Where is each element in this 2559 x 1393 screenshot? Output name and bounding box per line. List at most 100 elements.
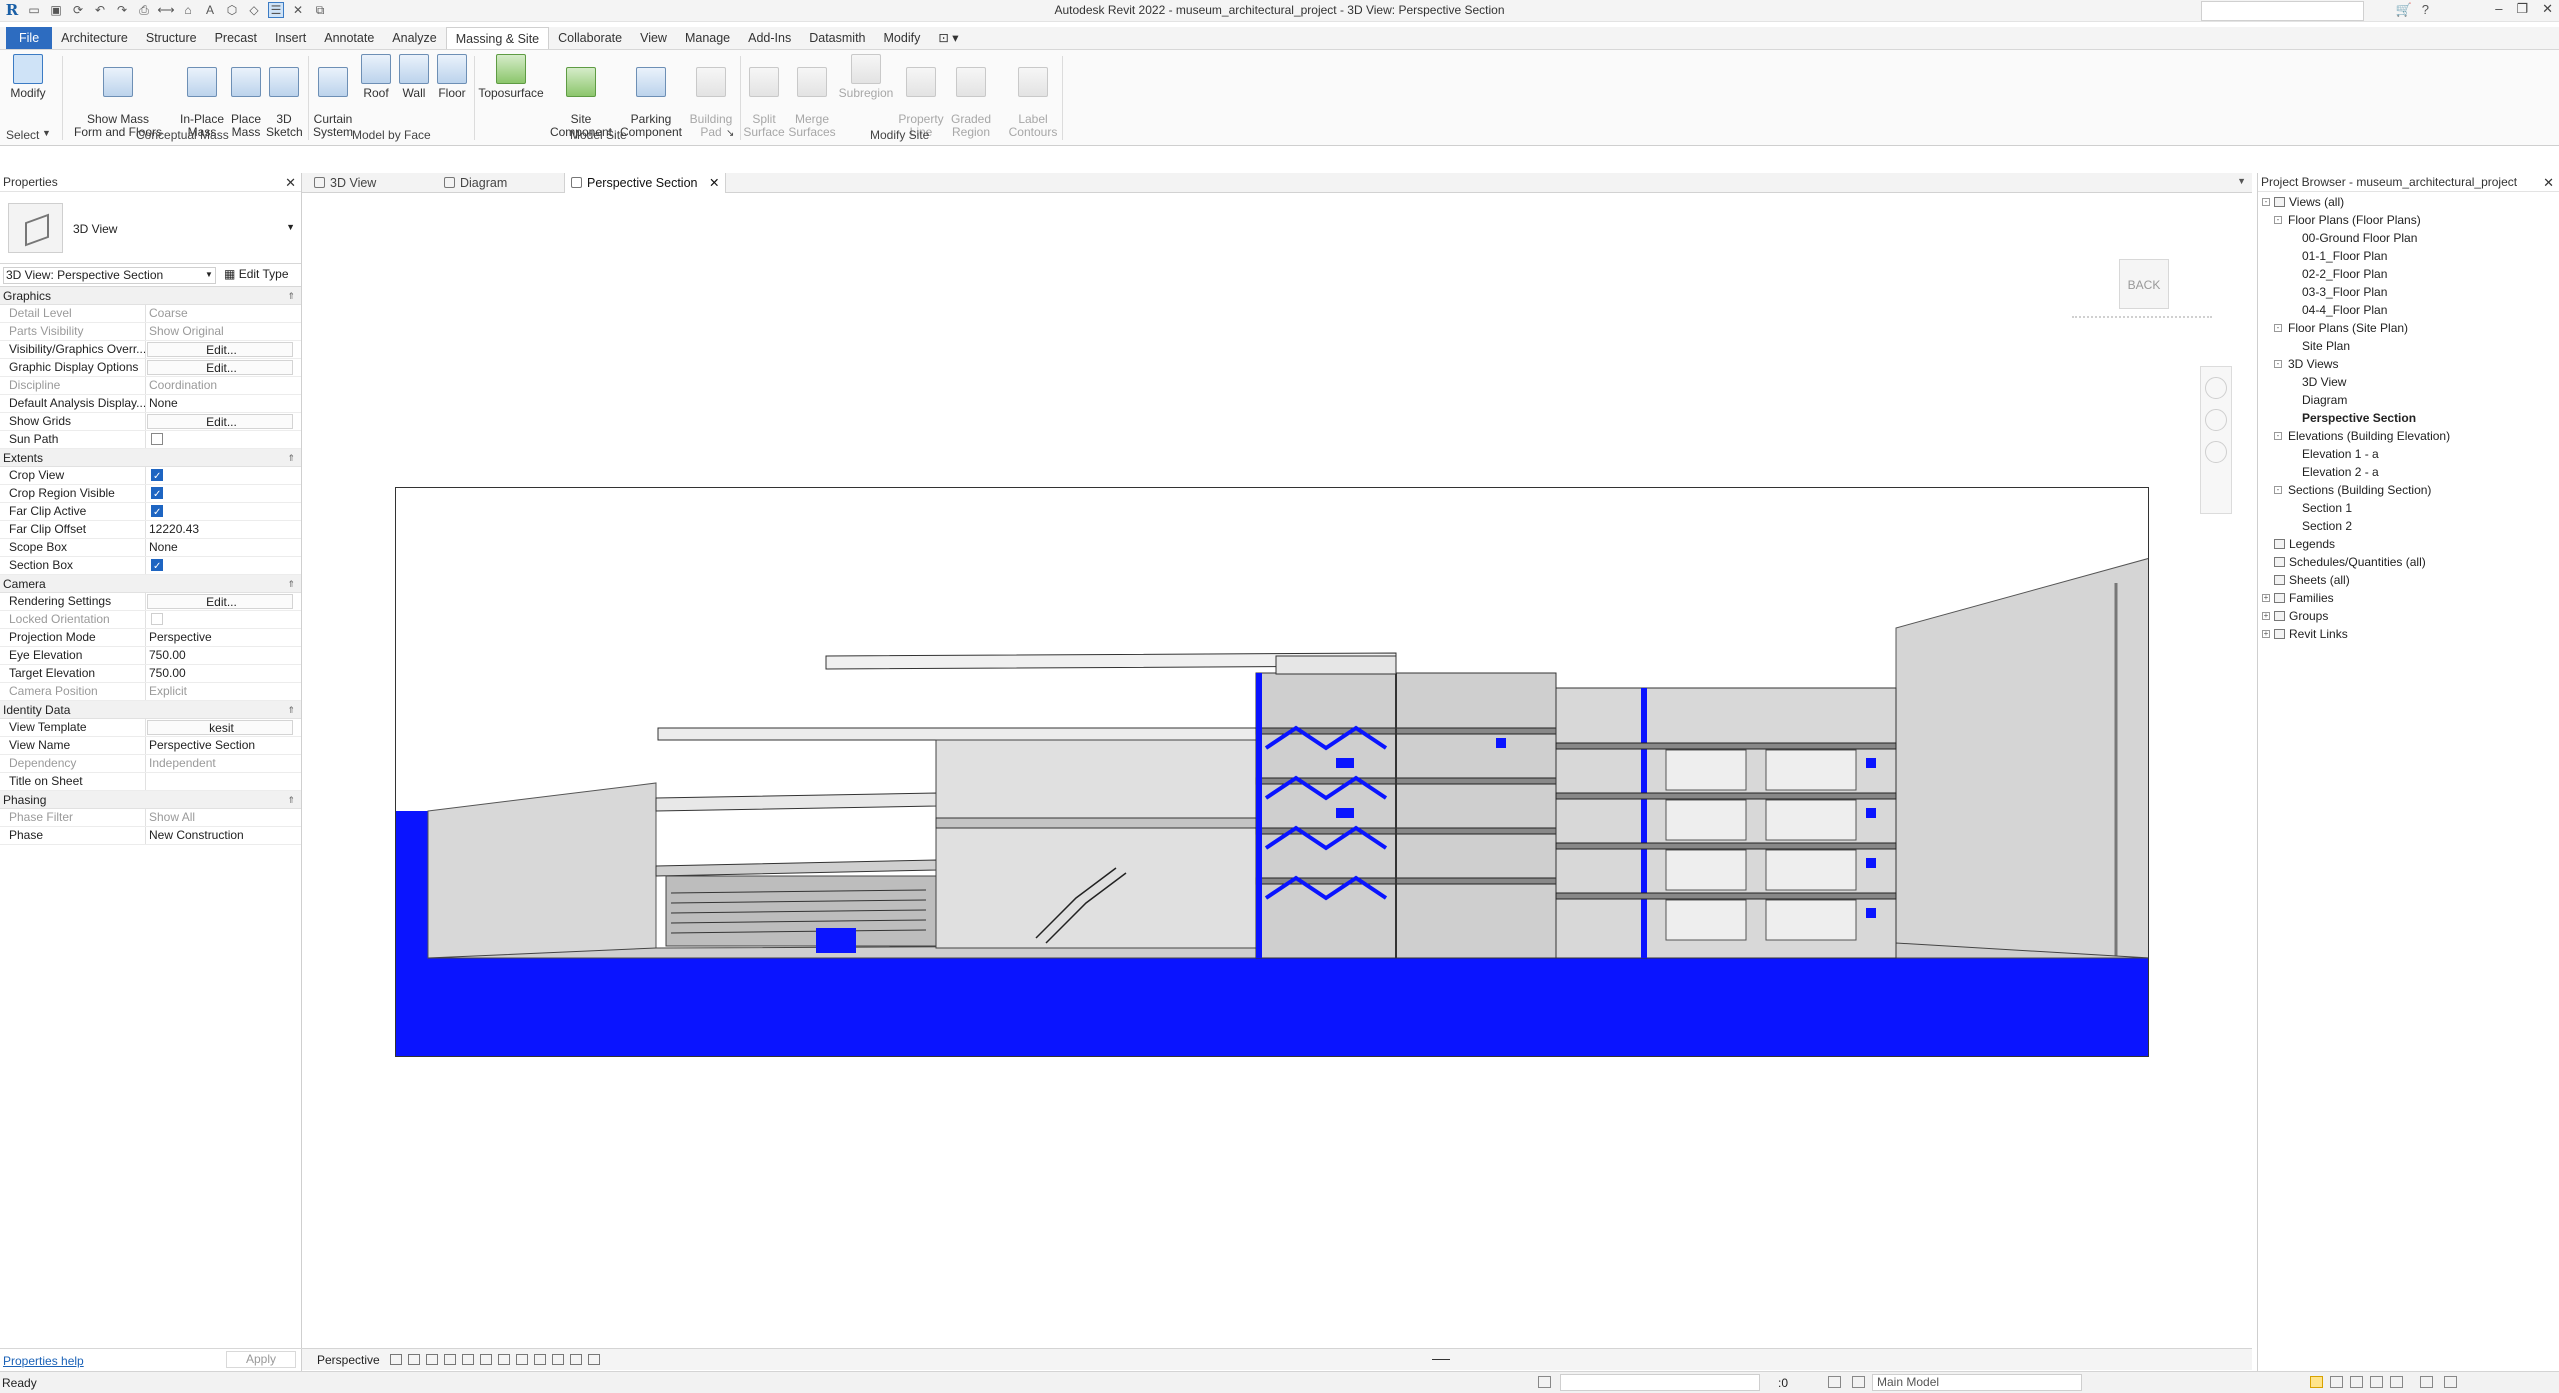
browser-node[interactable]: Section 2 (2258, 517, 2559, 535)
design-option-selector[interactable]: Main Model (1872, 1374, 2082, 1391)
property-value[interactable]: New Construction (146, 827, 301, 844)
collapse-icon[interactable]: - (2274, 216, 2282, 224)
collapse-icon[interactable]: ⇑ (287, 701, 295, 719)
type-selector[interactable]: 3D View ▼ (0, 192, 301, 264)
close-icon[interactable]: ✕ (285, 173, 296, 192)
cart-icon[interactable]: 🛒 (2396, 2, 2412, 18)
restore-icon[interactable]: ❐ (2516, 1, 2528, 17)
toposurface-button[interactable]: Toposurface (476, 54, 546, 100)
browser-node[interactable]: Sheets (all) (2258, 571, 2559, 589)
tab-add-ins[interactable]: Add-Ins (739, 27, 800, 49)
browser-node[interactable]: 03-3_Floor Plan (2258, 283, 2559, 301)
pan-icon[interactable] (2205, 441, 2227, 463)
tabs-menu-icon[interactable]: ▼ (2237, 176, 2246, 186)
editable-only-icon[interactable] (1852, 1376, 1865, 1388)
crop-view-icon[interactable] (498, 1354, 510, 1365)
close-tab-icon[interactable]: ✕ (709, 176, 719, 190)
select-links-icon[interactable] (2310, 1376, 2323, 1388)
browser-node[interactable]: - Floor Plans (Floor Plans) (2258, 211, 2559, 229)
wall-button[interactable]: Wall (396, 54, 432, 100)
browser-node[interactable]: -3D Views (2258, 355, 2559, 373)
zoom-icon[interactable] (2205, 409, 2227, 431)
worksets-icon[interactable] (1538, 1376, 1551, 1388)
select-chevron-icon[interactable]: ▼ (42, 128, 51, 138)
properties-help-link[interactable]: Properties help (3, 1354, 84, 1368)
browser-node[interactable]: 00-Ground Floor Plan (2258, 229, 2559, 247)
place-mass-button[interactable]: Place Mass (228, 54, 264, 152)
select-underlay-icon[interactable] (2330, 1376, 2343, 1388)
property-checkbox-cell[interactable] (146, 503, 301, 520)
filter-icon[interactable] (2444, 1376, 2457, 1388)
browser-node[interactable]: Diagram (2258, 391, 2559, 409)
expand-icon[interactable]: + (2262, 612, 2270, 620)
render-icon[interactable] (462, 1354, 474, 1365)
browser-node[interactable]: Legends (2258, 535, 2559, 553)
ribbon-options-icon[interactable]: ⊡ ▾ (929, 27, 967, 49)
browser-node[interactable]: - Floor Plans (Site Plan) (2258, 319, 2559, 337)
collapse-icon[interactable]: ⇑ (287, 287, 295, 305)
collapse-icon[interactable]: - (2262, 198, 2270, 206)
collapse-icon[interactable]: - (2274, 432, 2282, 440)
browser-node[interactable]: Elevation 2 - a (2258, 463, 2559, 481)
tab-precast[interactable]: Precast (206, 27, 266, 49)
viewcube-compass[interactable] (2072, 308, 2212, 318)
browser-node[interactable]: Schedules/Quantities (all) (2258, 553, 2559, 571)
property-value[interactable]: Perspective (146, 629, 301, 646)
expand-icon[interactable]: + (2262, 630, 2270, 638)
property-value[interactable]: 12220.43 (146, 521, 301, 538)
browser-node[interactable]: 3D View (2258, 373, 2559, 391)
chevron-down-icon[interactable]: ▼ (286, 222, 295, 232)
property-checkbox-cell[interactable] (146, 485, 301, 502)
tab-analyze[interactable]: Analyze (383, 27, 445, 49)
file-tab[interactable]: File (6, 27, 53, 49)
collapse-icon[interactable]: - (2274, 324, 2282, 332)
highlight-displacement-icon[interactable] (588, 1354, 600, 1365)
design-options-icon[interactable] (1828, 1376, 1841, 1388)
collapse-icon[interactable]: - (2274, 360, 2282, 368)
tab-annotate[interactable]: Annotate (315, 27, 383, 49)
browser-node[interactable]: - Views (all) (2258, 193, 2559, 211)
curtain-system-button[interactable]: Curtain System (310, 54, 356, 152)
floor-button[interactable]: Floor (434, 54, 470, 100)
browser-node[interactable]: - Sections (Building Section) (2258, 481, 2559, 499)
tab-massing-site[interactable]: Massing & Site (445, 27, 550, 49)
property-group-header[interactable]: Phasing ⇑ (0, 791, 301, 809)
collapse-icon[interactable]: - (2274, 486, 2282, 494)
collapse-icon[interactable]: ⇑ (287, 791, 295, 809)
browser-node[interactable]: Site Plan (2258, 337, 2559, 355)
shadows-icon[interactable] (444, 1354, 456, 1365)
roof-button[interactable]: Roof (358, 54, 394, 100)
tab-diagram[interactable]: Diagram (438, 173, 558, 193)
tab-insert[interactable]: Insert (266, 27, 315, 49)
property-value[interactable]: 750.00 (146, 665, 301, 682)
browser-node[interactable]: + Revit Links (2258, 625, 2559, 643)
property-edit-button[interactable]: Edit... (147, 342, 293, 357)
property-value[interactable]: Perspective Section (146, 737, 301, 754)
steering-wheel-icon[interactable] (2205, 377, 2227, 399)
property-value[interactable] (146, 773, 301, 790)
viewcube[interactable]: BACK (2119, 259, 2169, 309)
3d-sketch-button[interactable]: 3D Sketch (266, 54, 303, 152)
property-edit-button[interactable]: Edit... (147, 414, 293, 429)
close-icon[interactable]: ✕ (2542, 1, 2553, 17)
browser-node[interactable]: - Elevations (Building Elevation) (2258, 427, 2559, 445)
view-instance-selector[interactable]: 3D View: Perspective Section (3, 267, 216, 284)
select-pinned-icon[interactable] (2350, 1376, 2363, 1388)
tab-datasmith[interactable]: Datasmith (800, 27, 874, 49)
tab-manage[interactable]: Manage (676, 27, 739, 49)
tab-structure[interactable]: Structure (137, 27, 206, 49)
select-dropdown[interactable]: Select (6, 128, 39, 142)
merge-surfaces-button[interactable]: Merge Surfaces (788, 54, 836, 152)
property-edit-button[interactable]: kesit (147, 720, 293, 735)
property-edit-button[interactable]: Edit... (147, 594, 293, 609)
temporary-hide-icon[interactable] (534, 1354, 546, 1365)
lock-view-icon[interactable] (480, 1354, 492, 1365)
workset-selector[interactable] (1560, 1374, 1760, 1391)
edit-type-button[interactable]: ▦ Edit Type (224, 267, 289, 281)
checkbox[interactable] (151, 433, 163, 445)
collapse-icon[interactable]: ⇑ (287, 575, 295, 593)
browser-node[interactable]: 01-1_Floor Plan (2258, 247, 2559, 265)
property-group-header[interactable]: Identity Data ⇑ (0, 701, 301, 719)
modify-button[interactable]: Modify (6, 54, 50, 100)
property-checkbox-cell[interactable] (146, 467, 301, 484)
